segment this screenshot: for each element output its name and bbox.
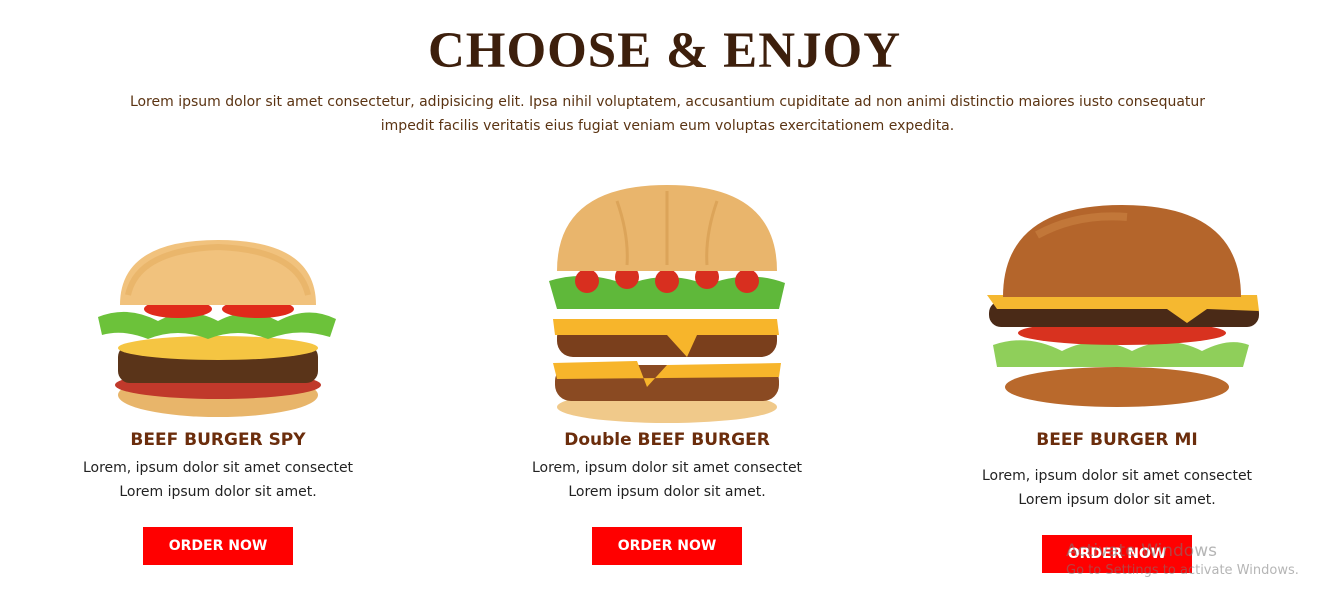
description-line-1: Lorem, ipsum dolor sit amet consectet <box>531 460 803 476</box>
section-title: CHOOSE & ENJOY <box>427 23 902 79</box>
product-description: Lorem, ipsum dolor sit amet consectet Lo… <box>967 464 1267 512</box>
burger-image <box>987 205 1259 407</box>
section-intro: Lorem ipsum dolor sit amet consectetur, … <box>129 94 1206 134</box>
product-description: Lorem, ipsum dolor sit amet consectet Lo… <box>517 456 817 504</box>
burger-image <box>98 240 336 417</box>
description-line-1: Lorem, ipsum dolor sit amet consectet <box>82 460 354 476</box>
description-line-2: Lorem ipsum dolor sit amet. <box>1018 492 1216 508</box>
order-now-button[interactable]: ORDER NOW <box>1042 535 1192 573</box>
description-line-1: Lorem, ipsum dolor sit amet consectet <box>981 468 1253 484</box>
burger-image <box>549 185 785 423</box>
order-now-button[interactable]: ORDER NOW <box>592 527 742 565</box>
product-title: BEEF BURGER SPY <box>130 430 306 450</box>
product-title: BEEF BURGER MI <box>1036 430 1198 450</box>
order-now-button[interactable]: ORDER NOW <box>143 527 293 565</box>
product-description: Lorem, ipsum dolor sit amet consectet Lo… <box>68 456 368 504</box>
description-line-2: Lorem ipsum dolor sit amet. <box>119 484 317 500</box>
description-line-2: Lorem ipsum dolor sit amet. <box>568 484 766 500</box>
product-title: Double BEEF BURGER <box>564 430 770 450</box>
